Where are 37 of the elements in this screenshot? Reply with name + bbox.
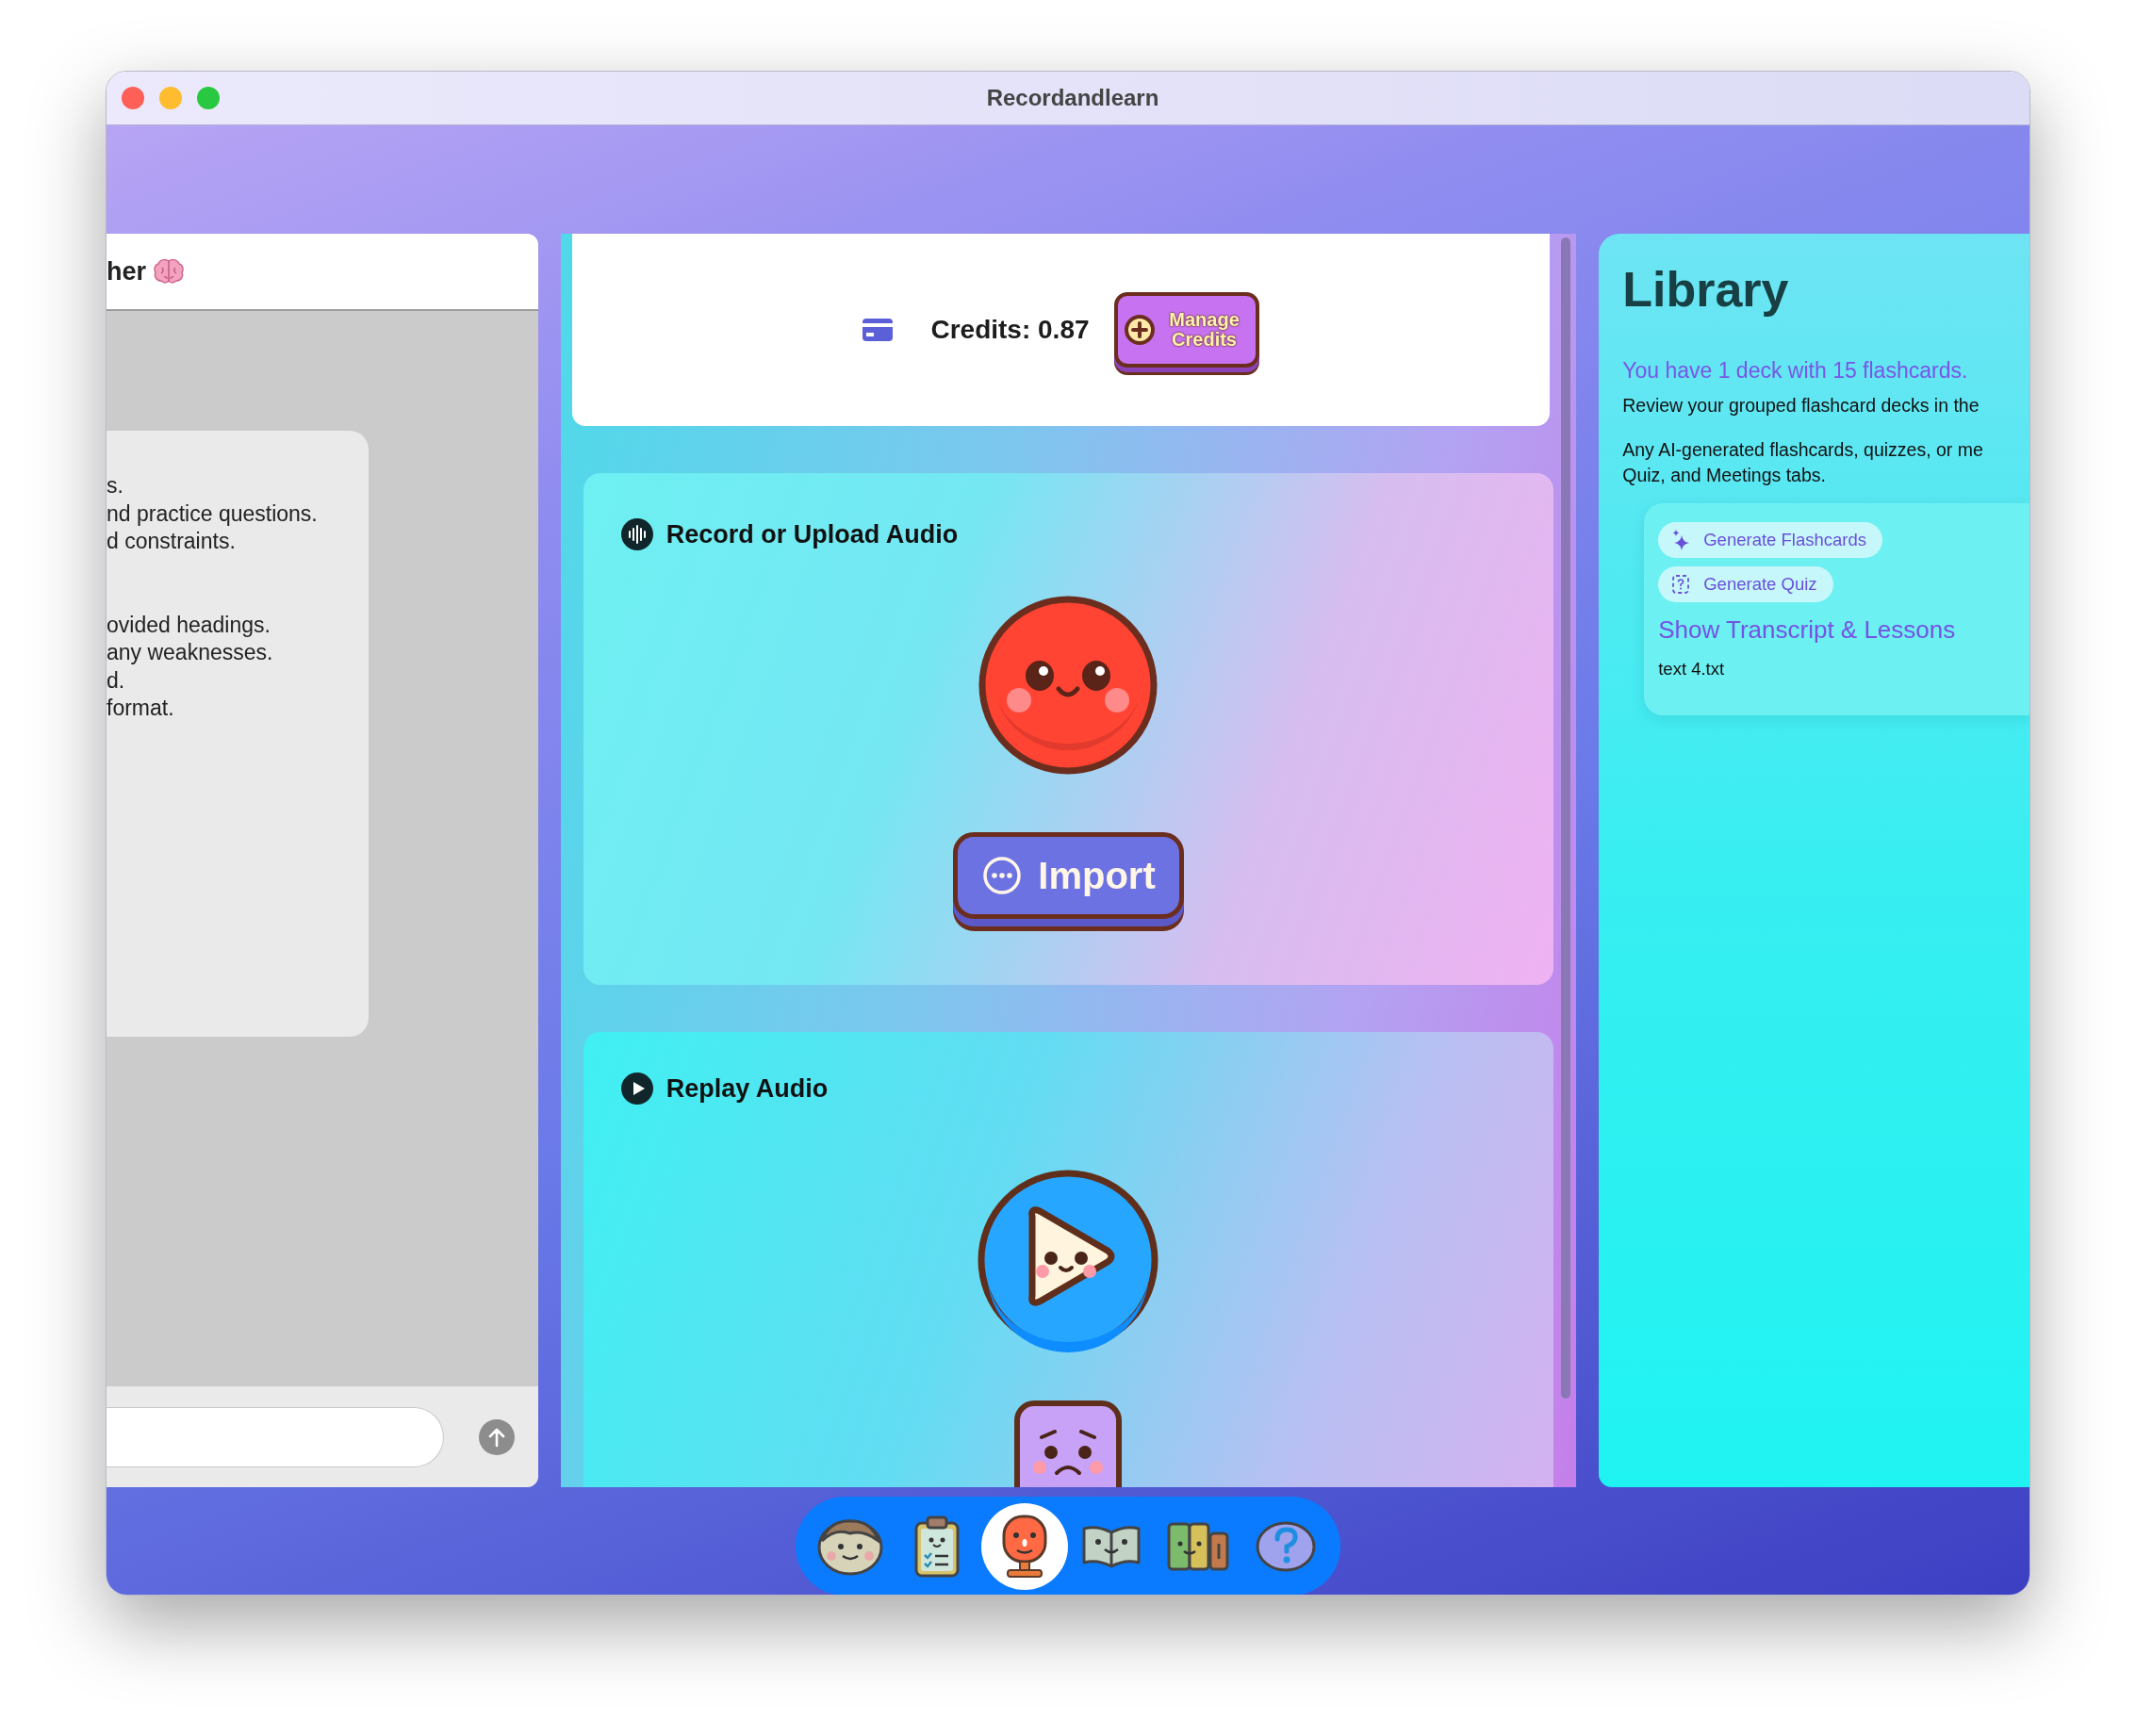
help-icon [1254, 1519, 1317, 1573]
message-line: any weaknesses. [107, 639, 273, 666]
books-icon [1165, 1520, 1232, 1572]
message-line: s. [107, 472, 123, 500]
close-window-button[interactable] [122, 87, 144, 109]
generate-quiz-button[interactable]: Generate Quiz [1658, 565, 1833, 602]
up-arrow-icon [486, 1426, 506, 1448]
play-icon [620, 1073, 653, 1105]
quiz-icon [1671, 573, 1691, 595]
message-line: ovided headings. [107, 611, 271, 639]
credit-card-icon [863, 319, 894, 341]
description-text: Review your grouped flashcard decks in the [1622, 393, 1980, 418]
show-transcript-link[interactable]: Show Transcript & Lessons [1658, 611, 1956, 648]
card-title: Record or Upload Audio [665, 519, 959, 550]
message-line: d constraints. [107, 528, 236, 555]
message-line: d. [107, 666, 125, 695]
generate-flashcards-button[interactable]: Generate Flashcards [1658, 521, 1882, 558]
library-title: Library [1622, 261, 1790, 319]
message-input-field[interactable] [107, 1406, 444, 1467]
credits-balance: Credits: 0.87 [930, 314, 1090, 346]
plus-icon [1123, 314, 1156, 346]
description-text: Quiz, and Meetings tabs. [1622, 463, 1826, 487]
description-text: Any AI-generated flashcards, quizzes, or me [1622, 437, 1983, 462]
window-title: Recordandlearn [986, 85, 1159, 110]
message-line: format. [107, 695, 174, 722]
brain-icon [154, 258, 185, 285]
message-line: nd practice questions. [107, 500, 318, 528]
chat-title: her [107, 255, 147, 287]
deck-summary: You have 1 deck with 15 flashcards. [1622, 357, 1969, 385]
record-button[interactable] [978, 594, 1159, 776]
waveform-icon [620, 518, 653, 551]
send-button[interactable] [478, 1418, 515, 1455]
scrollbar[interactable] [1561, 237, 1571, 1399]
card-title: Replay Audio [665, 1073, 829, 1105]
clipboard-icon [913, 1515, 961, 1578]
more-icon [981, 854, 1024, 896]
file-name: text 4.txt [1658, 657, 1726, 680]
